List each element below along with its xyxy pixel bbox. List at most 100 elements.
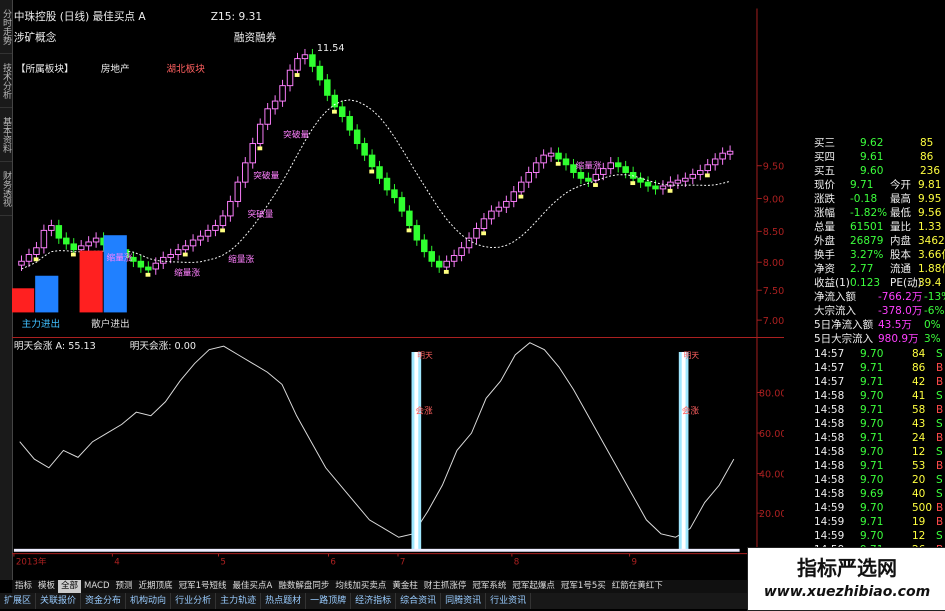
price-tick: 8.50 — [763, 227, 784, 238]
indicator-tab[interactable]: 预测 — [113, 580, 136, 593]
indicator-tab[interactable]: 指标 — [12, 580, 35, 593]
candle — [376, 166, 383, 179]
buy-marker — [332, 109, 337, 114]
tab-fundamentals[interactable]: 基本资料 — [0, 108, 12, 162]
bottom-tab[interactable]: 行业资讯 — [486, 593, 532, 609]
buy-marker — [145, 272, 151, 277]
indicator-tab[interactable]: MACD — [81, 580, 112, 593]
candle — [309, 54, 316, 67]
candle — [607, 162, 614, 170]
quote-label2: 内盘 — [890, 235, 911, 247]
candle — [167, 254, 174, 258]
bottom-tab[interactable]: 综合资讯 — [396, 593, 442, 609]
tick-time: 14:58 — [814, 404, 845, 416]
candle — [324, 79, 331, 96]
quote-panel: 买三 9.62 85 买四 9.61 86 买五 9.60 236 现价 9.71 今开 9.81 涨跌 -… — [812, 137, 945, 567]
buy-marker — [70, 252, 76, 257]
bottom-tab[interactable]: 同腾资讯 — [441, 593, 487, 609]
quote-value: 9.60 — [860, 165, 884, 177]
breakout-label-2: 突破量 — [253, 169, 279, 181]
bottom-tab[interactable]: 主力轨迹 — [216, 593, 262, 609]
bottom-toolbar: 扩展区 关联报价 资金分布 机构动向 行业分析 主力轨迹 热点题材 一路顶牌 经济指标 综合资讯同… — [0, 593, 760, 609]
quote-value2: 9.81 — [918, 179, 942, 191]
kline-chart[interactable]: 中珠控股 (日线) 最佳买点 A Z15: 9.31 涉矿概念 融资融券 11.… — [12, 0, 784, 565]
date-tick: 4 — [114, 557, 120, 565]
candle — [189, 239, 197, 247]
indicator-tab[interactable]: 财主抓涨停 — [421, 580, 470, 593]
candle — [212, 225, 219, 231]
sector-hubei[interactable]: 湖北板块 — [166, 63, 205, 75]
candle — [316, 65, 324, 81]
buy-marker — [220, 228, 225, 233]
tab-technical[interactable]: 技术分析 — [0, 54, 12, 108]
quote-label2: 股本 — [890, 249, 911, 261]
indicator-tab[interactable]: 冠军起爆点 — [509, 580, 558, 593]
tick-price: 9.70 — [860, 530, 884, 542]
indicator-tab[interactable]: 冠军1号5买 — [558, 580, 609, 593]
indicator-tab[interactable]: 冠军系统 — [469, 580, 509, 593]
bottom-tab[interactable]: 机构动向 — [126, 593, 172, 609]
indicator-tab[interactable]: 全部 — [58, 580, 82, 593]
candle — [562, 158, 570, 166]
sector-realestate[interactable]: 房地产 — [101, 63, 130, 75]
candle — [614, 162, 622, 168]
indicator-tab[interactable]: 融数解盘同步 — [275, 580, 332, 593]
indicator-tab[interactable]: 黄金柱 — [389, 580, 421, 593]
tick-side: S — [936, 530, 943, 542]
tick-volume: 40 — [912, 488, 926, 500]
quote-label2: 流通 — [890, 263, 911, 275]
date-tick: 5 — [220, 557, 226, 565]
indicator-tab[interactable]: 近期顶底 — [136, 580, 176, 593]
indicator-toolbar: 指标 模板 全部 MACD 预测 近期顶底 冠军1号短线 最佳买点A 融数解盘同步 均线加买卖点黄… — [12, 580, 772, 593]
indicator-tab[interactable]: 模板 — [35, 580, 58, 593]
z15-value: Z15: 9.31 — [211, 10, 262, 23]
quote-value: 9.62 — [860, 137, 884, 149]
date-axis: 2013年 4 5 6 7 8 9 — [13, 553, 637, 565]
candle — [555, 152, 562, 160]
candle — [547, 152, 555, 157]
indicator-title: 明天会涨 A: 55.13 — [14, 340, 96, 352]
bottom-tab[interactable]: 扩展区 — [0, 593, 37, 609]
candle — [227, 200, 234, 217]
candle — [443, 260, 450, 268]
candle — [383, 177, 391, 191]
tick-price: 9.71 — [860, 362, 884, 374]
quote-label: 买五 — [814, 165, 835, 177]
date-tick: 8 — [514, 557, 520, 565]
tick-time: 14:57 — [814, 348, 845, 360]
bottom-tab[interactable]: 经济指标 — [351, 593, 397, 609]
bottom-tab[interactable]: 热点题材 — [261, 593, 307, 609]
signal-spike-1-core — [414, 351, 419, 551]
flow-label: 5日大宗流入 — [814, 333, 874, 345]
candle — [585, 177, 592, 182]
candle — [368, 154, 376, 168]
tick-side: S — [936, 390, 943, 402]
tab-intraday[interactable]: 分时走势 — [0, 0, 12, 54]
buy-marker — [443, 269, 449, 274]
bottom-tab[interactable]: 行业分析 — [171, 593, 217, 609]
quote-value: 9.61 — [860, 151, 884, 163]
tick-side: B — [936, 432, 944, 444]
indicator-tick: 60.00 — [759, 429, 784, 440]
buy-marker — [257, 146, 263, 151]
indicator-tab[interactable]: 最佳买点A — [229, 580, 275, 593]
main-flow-bar-blue — [35, 275, 59, 313]
bottom-tab[interactable]: 一路顶牌 — [306, 593, 352, 609]
indicator-tab[interactable]: 红箭在黄红下 — [609, 580, 666, 593]
candle — [77, 245, 85, 251]
tab-financial[interactable]: 财务透视 — [0, 162, 12, 216]
quote-label: 净资 — [814, 263, 835, 275]
candle — [421, 239, 428, 253]
candle — [271, 100, 279, 110]
tick-side: B — [936, 516, 944, 528]
bottom-tab[interactable]: 关联报价 — [36, 593, 82, 609]
indicator-tab[interactable]: 冠军1号短线 — [176, 580, 230, 593]
tick-time: 14:57 — [814, 376, 845, 388]
flow-value: 43.5万 — [878, 319, 912, 331]
tick-price: 9.70 — [860, 474, 884, 486]
bottom-tab[interactable]: 资金分布 — [81, 593, 127, 609]
indicator-tab[interactable]: 均线加买卖点 — [332, 580, 389, 593]
tick-time: 14:59 — [814, 502, 845, 514]
candle — [137, 260, 145, 268]
candle — [152, 262, 160, 270]
